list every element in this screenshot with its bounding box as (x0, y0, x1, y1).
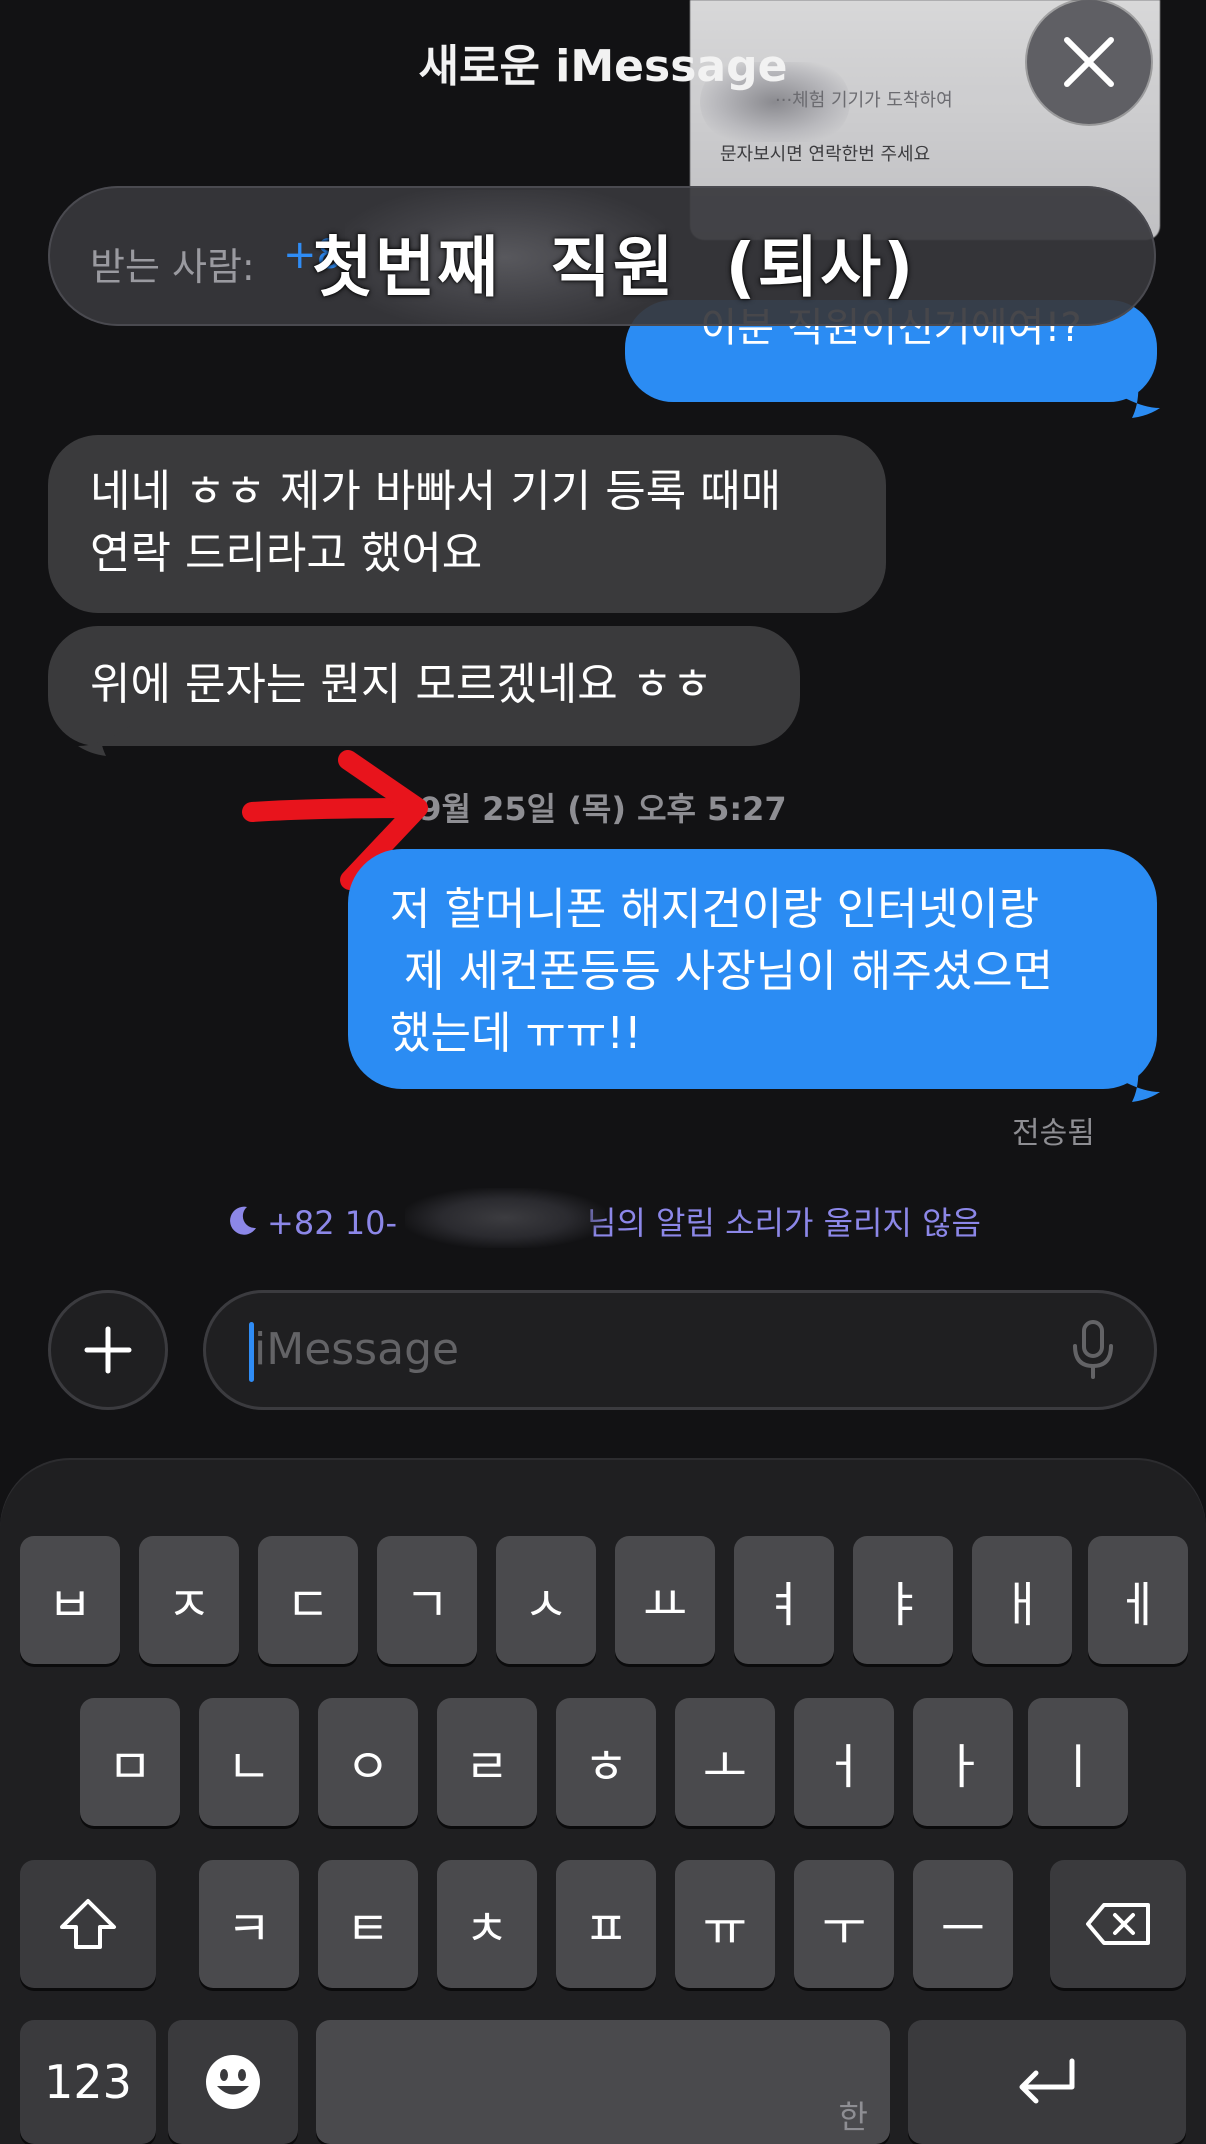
recipient-label: 받는 사람: (90, 245, 255, 289)
key[interactable]: ㅑ (853, 1536, 953, 1664)
key[interactable]: ㄷ (258, 1536, 358, 1664)
numbers-key[interactable]: 123 (20, 2020, 156, 2144)
delivered-status: 전송됨 (1012, 1116, 1095, 1151)
bubble-tail (78, 716, 130, 756)
key[interactable]: ㅐ (972, 1536, 1072, 1664)
delete-key[interactable] (1050, 1860, 1186, 1988)
key[interactable]: ㄹ (437, 1698, 537, 1826)
add-attachment-button[interactable] (48, 1290, 168, 1410)
key[interactable]: ㅛ (615, 1536, 715, 1664)
blurred-phone-number (405, 1188, 605, 1248)
message-input-placeholder: iMessage (254, 1324, 460, 1375)
message-line: 연락 드리라고 했어요 (90, 528, 483, 579)
shift-icon (60, 1899, 116, 1949)
return-icon (1019, 2058, 1075, 2104)
emoji-icon (206, 2055, 260, 2109)
key[interactable]: ㅏ (913, 1698, 1013, 1826)
key[interactable]: ㅂ (20, 1536, 120, 1664)
key[interactable]: ㅎ (556, 1698, 656, 1826)
message-bubble-outgoing: 저 할머니폰 해지건이랑 인터넷이랑 제 세컨폰등등 사장님이 해주셨으면 했는… (348, 849, 1157, 1089)
key[interactable]: ㅅ (496, 1536, 596, 1664)
key[interactable]: ㅌ (318, 1860, 418, 1988)
bubble-tail (1108, 378, 1160, 418)
keyboard: ㅂ ㅈ ㄷ ㄱ ㅅ ㅛ ㅕ ㅑ ㅐ ㅔ ㅁ ㄴ ㅇ ㄹ ㅎ ㅗ ㅓ ㅏ ㅣ ㅋ … (0, 1458, 1206, 2144)
key[interactable]: ㅓ (794, 1698, 894, 1826)
key[interactable]: ㅁ (80, 1698, 180, 1826)
message-bubble-incoming: 네네 ㅎㅎ 제가 바빠서 기기 등록 때매 연락 드리라고 했어요 (48, 435, 886, 613)
plus-icon (84, 1326, 132, 1374)
focus-notice-prefix: +82 10- (267, 1204, 397, 1242)
message-timestamp: 9월 25일 (목) 오후 5:27 (419, 790, 787, 828)
bubble-tail (1108, 1062, 1160, 1102)
message-line: 했는데 ㅠㅠ!! (390, 1008, 642, 1059)
shift-key[interactable] (20, 1860, 156, 1988)
moon-icon (230, 1206, 257, 1235)
message-line: 제 세컨폰등등 사장님이 해주셨으면 (390, 946, 1054, 997)
key[interactable]: ㅋ (199, 1860, 299, 1988)
close-button[interactable] (1027, 0, 1151, 124)
key[interactable]: ㅣ (1028, 1698, 1128, 1826)
mic-icon[interactable] (1070, 1320, 1116, 1380)
key[interactable]: ㅠ (675, 1860, 775, 1988)
key[interactable]: ㅕ (734, 1536, 834, 1664)
key[interactable]: ㅡ (913, 1860, 1013, 1988)
key[interactable]: ㅇ (318, 1698, 418, 1826)
message-line: 네네 ㅎㅎ 제가 바빠서 기기 등록 때매 (90, 466, 782, 517)
preview-line-2: 문자보시면 연락한번 주세요 (720, 144, 931, 165)
key[interactable]: ㄱ (377, 1536, 477, 1664)
key[interactable]: ㄴ (199, 1698, 299, 1826)
key[interactable]: ㅗ (675, 1698, 775, 1826)
message-line: 위에 문자는 뭔지 모르겠네요 ㅎㅎ (90, 659, 713, 710)
emoji-key[interactable] (168, 2020, 298, 2144)
key[interactable]: ㅍ (556, 1860, 656, 1988)
page-title: 새로운 iMessage (418, 41, 788, 92)
return-key[interactable] (908, 2020, 1186, 2144)
delete-icon (1086, 1903, 1150, 1945)
key[interactable]: ㅜ (794, 1860, 894, 1988)
space-key[interactable]: 한 (316, 2020, 890, 2144)
message-line: 저 할머니폰 해지건이랑 인터넷이랑 (390, 884, 1040, 935)
message-bubble-incoming: 위에 문자는 뭔지 모르겠네요 ㅎㅎ (48, 626, 800, 746)
annotation-overlay-text: 첫번째 직원 (퇴사) (312, 229, 916, 306)
space-language-hint: 한 (838, 2098, 868, 2136)
key[interactable]: ㅔ (1088, 1536, 1188, 1664)
close-icon (1064, 37, 1114, 87)
key[interactable]: ㅊ (437, 1860, 537, 1988)
key[interactable]: ㅈ (139, 1536, 239, 1664)
focus-notice-suffix: 님의 알림 소리가 울리지 않음 (587, 1204, 981, 1242)
